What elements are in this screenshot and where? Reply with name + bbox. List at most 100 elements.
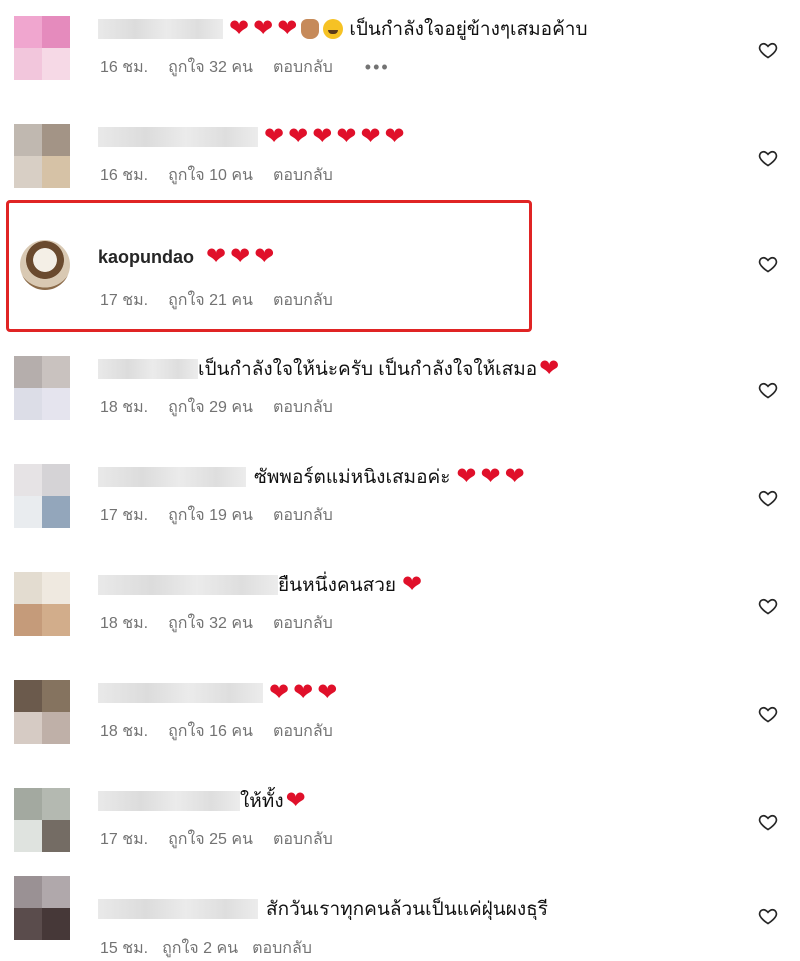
like-count[interactable]: ถูกใจ 2 คน (162, 936, 238, 961)
comment-text: ยืนหนึ่งคนสวย (278, 575, 397, 596)
heart-outline-icon (758, 256, 778, 273)
like-button[interactable] (756, 594, 780, 618)
grinning-face-icon (323, 19, 344, 39)
red-heart-icon: ❤ (384, 123, 405, 150)
like-count[interactable]: ถูกใจ 32 คน (168, 55, 253, 80)
red-heart-icon: ❤ (269, 679, 290, 706)
red-heart-icon: ❤ (288, 123, 309, 150)
like-button[interactable] (756, 378, 780, 402)
avatar[interactable] (14, 124, 70, 188)
comment-item: ซัพพอร์ตแม่หนิงเสมอค่ะ ❤ ❤ ❤ 17 ชม. ถูกใ… (0, 448, 800, 556)
avatar[interactable] (14, 680, 70, 744)
red-heart-icon: ❤ (293, 679, 314, 706)
like-count[interactable]: ถูกใจ 10 คน (168, 163, 253, 188)
blurred-username (98, 899, 258, 919)
emoji-group: ❤ ❤ ❤ ❤ ❤ ❤ (264, 125, 405, 149)
blurred-username (98, 359, 198, 379)
reply-button[interactable]: ตอบกลับ (273, 827, 333, 852)
timestamp[interactable]: 15 ชม. (100, 936, 148, 961)
red-heart-icon: ❤ (229, 15, 250, 42)
like-count[interactable]: ถูกใจ 32 คน (168, 611, 253, 636)
red-heart-icon: ❤ (285, 787, 306, 814)
timestamp[interactable]: 16 ชม. (100, 55, 148, 80)
like-button[interactable] (756, 702, 780, 726)
like-count[interactable]: ถูกใจ 25 คน (168, 827, 253, 852)
timestamp[interactable]: 16 ชม. (100, 163, 148, 188)
like-button[interactable] (756, 810, 780, 834)
red-heart-icon: ❤ (253, 15, 274, 42)
comment-item: ❤ ❤ ❤ เป็นกำลังใจอยู่ข้างๆเสมอค้าบ 16 ชม… (0, 0, 800, 108)
comment-text: สักวันเราทุกคนล้วนเป็นแค่ฝุ่นผงธุรี (266, 899, 548, 920)
avatar[interactable] (14, 876, 70, 940)
more-options-icon[interactable]: ••• (365, 57, 390, 78)
like-count[interactable]: ถูกใจ 16 คน (168, 719, 253, 744)
reply-button[interactable]: ตอบกลับ (273, 163, 333, 188)
highlight-box (6, 200, 532, 332)
red-heart-icon: ❤ (317, 679, 338, 706)
comment-item: ให้ทั้ง ❤ 17 ชม. ถูกใจ 25 คน ตอบกลับ (0, 772, 800, 880)
hand-icon (301, 19, 320, 39)
heart-outline-icon (758, 598, 778, 615)
avatar[interactable] (14, 572, 70, 636)
comment-text: เป็นกำลังใจให้น่ะครับ เป็นกำลังใจให้เสมอ (198, 359, 538, 380)
red-heart-icon: ❤ (312, 123, 333, 150)
comment-text: เป็นกำลังใจอยู่ข้างๆเสมอค้าบ (349, 19, 588, 40)
avatar[interactable] (14, 16, 70, 80)
reply-button[interactable]: ตอบกลับ (273, 611, 333, 636)
heart-outline-icon (758, 706, 778, 723)
reply-button[interactable]: ตอบกลับ (252, 936, 312, 961)
reply-button[interactable]: ตอบกลับ (273, 55, 333, 80)
like-button[interactable] (756, 486, 780, 510)
blurred-username (98, 467, 246, 487)
red-heart-icon: ❤ (402, 571, 423, 598)
comment-item: สักวันเราทุกคนล้วนเป็นแค่ฝุ่นผงธุรี 15 ช… (0, 866, 800, 959)
heart-outline-icon (758, 150, 778, 167)
avatar[interactable] (14, 464, 70, 528)
timestamp[interactable]: 18 ชม. (100, 395, 148, 420)
timestamp[interactable]: 17 ชม. (100, 503, 148, 528)
comment-text: ซัพพอร์ตแม่หนิงเสมอค่ะ (254, 467, 451, 488)
like-button[interactable] (756, 904, 780, 928)
reply-button[interactable]: ตอบกลับ (273, 719, 333, 744)
reply-button[interactable]: ตอบกลับ (273, 395, 333, 420)
red-heart-icon: ❤ (480, 463, 501, 490)
blurred-username (98, 127, 258, 147)
emoji-group: ❤ (402, 573, 422, 597)
heart-outline-icon (758, 42, 778, 59)
blurred-username (98, 791, 240, 811)
avatar[interactable] (14, 356, 70, 420)
heart-outline-icon (758, 814, 778, 831)
emoji-group: ❤ (286, 789, 306, 813)
like-button[interactable] (756, 146, 780, 170)
comment-item: เป็นกำลังใจให้น่ะครับ เป็นกำลังใจให้เสมอ… (0, 340, 800, 448)
like-count[interactable]: ถูกใจ 19 คน (168, 503, 253, 528)
red-heart-icon: ❤ (277, 15, 298, 42)
reply-button[interactable]: ตอบกลับ (273, 503, 333, 528)
heart-outline-icon (758, 908, 778, 925)
red-heart-icon: ❤ (264, 123, 285, 150)
emoji-group: ❤ (539, 357, 559, 381)
like-button[interactable] (756, 38, 780, 62)
emoji-group: ❤ ❤ ❤ (269, 681, 337, 705)
timestamp[interactable]: 18 ชม. (100, 611, 148, 636)
avatar[interactable] (14, 788, 70, 852)
comment-item: ❤ ❤ ❤ 18 ชม. ถูกใจ 16 คน ตอบกลับ (0, 664, 800, 772)
comment-text: ให้ทั้ง (240, 791, 284, 812)
red-heart-icon: ❤ (360, 123, 381, 150)
like-count[interactable]: ถูกใจ 29 คน (168, 395, 253, 420)
emoji-group: ❤ ❤ ❤ (229, 15, 344, 42)
red-heart-icon: ❤ (539, 355, 560, 382)
blurred-username (98, 19, 223, 39)
emoji-group: ❤ ❤ ❤ (456, 465, 524, 489)
heart-outline-icon (758, 490, 778, 507)
like-button[interactable] (756, 252, 780, 276)
red-heart-icon: ❤ (504, 463, 525, 490)
comment-item: ยืนหนึ่งคนสวย ❤ 18 ชม. ถูกใจ 32 คน ตอบกล… (0, 556, 800, 664)
blurred-username (98, 683, 263, 703)
red-heart-icon: ❤ (336, 123, 357, 150)
timestamp[interactable]: 17 ชม. (100, 827, 148, 852)
red-heart-icon: ❤ (456, 463, 477, 490)
timestamp[interactable]: 18 ชม. (100, 719, 148, 744)
heart-outline-icon (758, 382, 778, 399)
blurred-username (98, 575, 278, 595)
